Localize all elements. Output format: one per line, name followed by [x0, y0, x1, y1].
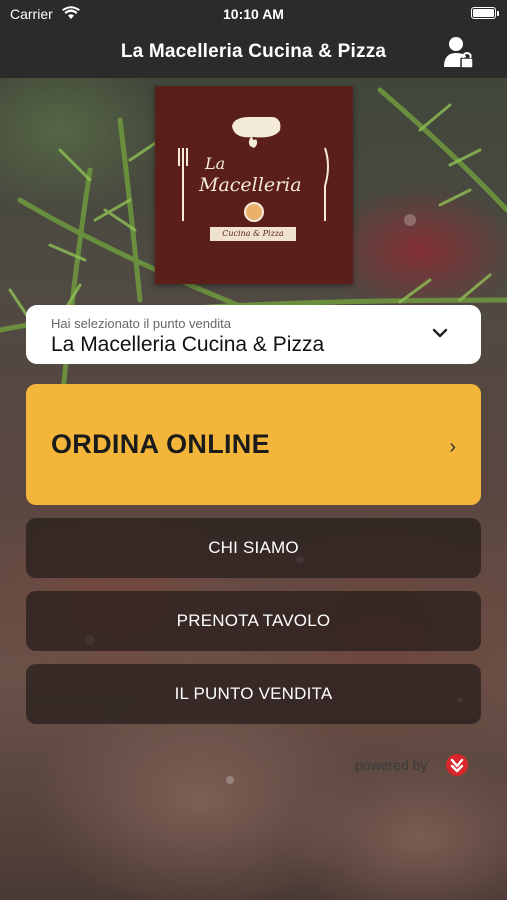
- status-bar: Carrier 10:10 AM: [0, 0, 507, 28]
- powered-by-label: powered by: [355, 757, 428, 773]
- chi-siamo-button[interactable]: CHI SIAMO: [26, 518, 481, 578]
- restaurant-logo: La Macelleria Cucina & Pizza: [155, 86, 353, 284]
- order-online-label: ORDINA ONLINE: [51, 429, 270, 459]
- nav-bar: La Macelleria Cucina & Pizza: [0, 28, 507, 78]
- page-title: La Macelleria Cucina & Pizza: [120, 41, 387, 62]
- punto-vendita-button[interactable]: IL PUNTO VENDITA: [26, 664, 481, 724]
- prenota-tavolo-button[interactable]: PRENOTA TAVOLO: [26, 591, 481, 651]
- order-online-button[interactable]: ORDINA ONLINE ›: [26, 384, 481, 505]
- user-lock-icon[interactable]: [443, 36, 475, 70]
- logo-text-la: La: [205, 154, 226, 173]
- brand-logo-icon[interactable]: [445, 753, 469, 777]
- selected-store-name: La Macelleria Cucina & Pizza: [51, 333, 325, 356]
- store-caption: Hai selezionato il punto vendita: [51, 316, 231, 331]
- logo-ribbon: Cucina & Pizza: [210, 227, 296, 241]
- store-selector[interactable]: Hai selezionato il punto vendita La Mace…: [26, 305, 481, 364]
- chevron-down-icon: [432, 328, 448, 338]
- logo-text-macelleria: Macelleria: [199, 174, 302, 196]
- clock: 10:10 AM: [223, 6, 284, 22]
- battery-icon: [471, 7, 499, 19]
- chevron-right-icon: ›: [449, 436, 456, 458]
